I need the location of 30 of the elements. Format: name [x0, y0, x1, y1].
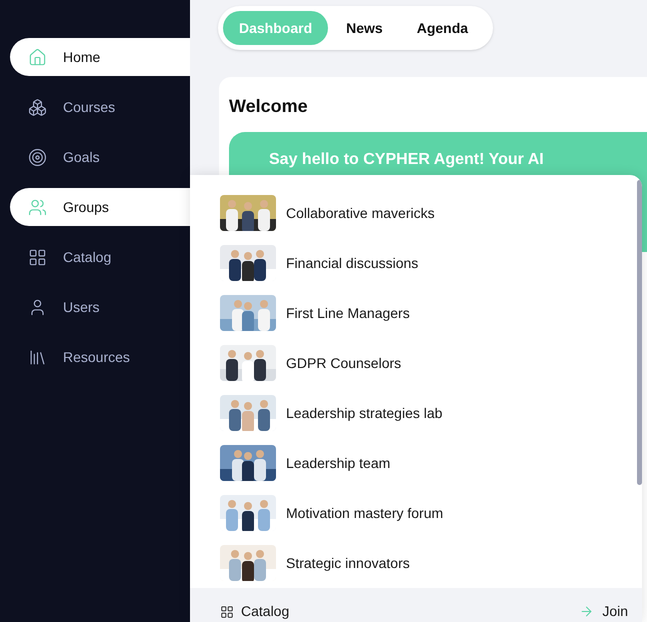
catalog-link[interactable]: Catalog: [220, 601, 290, 622]
boxes-icon: [28, 98, 47, 116]
people-icon: [28, 198, 47, 216]
join-button[interactable]: Join: [579, 601, 628, 622]
group-item[interactable]: First Line Managers: [190, 288, 630, 338]
sidebar-item[interactable]: Users: [10, 288, 190, 326]
group-item[interactable]: Leadership strategies lab: [190, 388, 630, 438]
group-item[interactable]: Leadership team: [190, 438, 630, 488]
group-item[interactable]: GDPR Counselors: [190, 338, 630, 388]
group-item[interactable]: Financial discussions: [190, 238, 630, 288]
sidebar-item[interactable]: Goals: [10, 138, 190, 176]
sidebar-item[interactable]: Home: [10, 38, 190, 76]
arrow-icon: [579, 604, 594, 619]
group-item[interactable]: Collaborative mavericks: [190, 188, 630, 238]
group-item[interactable]: Motivation mastery forum: [190, 488, 630, 538]
group-item[interactable]: Strategic innovators: [190, 538, 630, 588]
welcome-title: Welcome: [229, 95, 309, 118]
sidebar-item[interactable]: Resources: [10, 338, 190, 376]
tab[interactable]: Agenda: [400, 11, 484, 45]
grid-icon: [28, 248, 47, 266]
grid-icon: [220, 604, 234, 618]
sidebar-item[interactable]: Catalog: [10, 238, 190, 276]
home-icon: [28, 48, 47, 66]
banner-text: Say hello to CYPHER Agent! Your AI: [269, 151, 544, 168]
sidebar-item[interactable]: Courses: [10, 88, 190, 126]
sidebar-item[interactable]: Groups: [10, 188, 190, 226]
scrollbar-thumb[interactable]: [637, 180, 642, 485]
tab[interactable]: News: [330, 11, 399, 45]
target-icon: [28, 148, 47, 166]
books-icon: [28, 348, 47, 366]
